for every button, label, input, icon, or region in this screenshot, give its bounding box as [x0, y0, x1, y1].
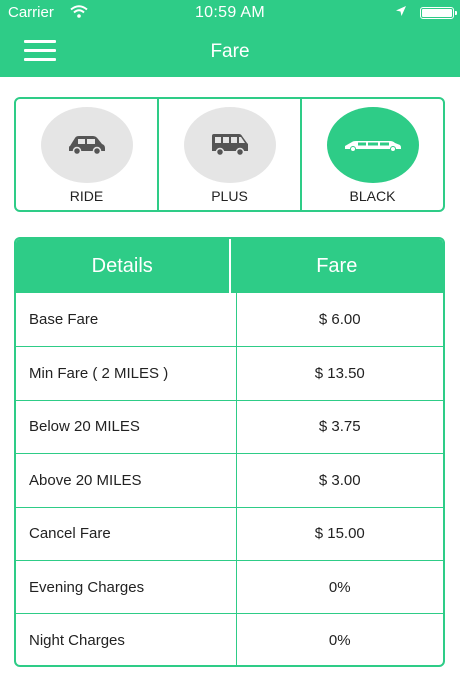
vehicle-circle: [183, 107, 276, 183]
detail-cell: Cancel Fare: [29, 525, 111, 543]
table-row: Night Charges 0%: [16, 613, 444, 665]
fare-cell: $ 13.50: [235, 347, 444, 400]
vehicle-option-black[interactable]: BLACK: [300, 99, 443, 210]
table-row: Min Fare ( 2 MILES ) $ 13.50: [16, 346, 444, 400]
limo-icon: [344, 141, 401, 152]
table-row: Cancel Fare $ 15.00: [16, 506, 444, 560]
column-header-details: Details: [91, 254, 153, 277]
detail-cell: Evening Charges: [29, 578, 145, 596]
table-row: Below 20 MILES $ 3.75: [16, 399, 444, 454]
car-icon: [68, 136, 105, 156]
page-title: Fare: [210, 41, 250, 62]
table-row: Evening Charges 0%: [16, 559, 444, 614]
vehicle-circle: [40, 107, 133, 183]
table-header: Details Fare: [16, 239, 443, 293]
app-header: Carrier 10:59 AM Fare: [0, 0, 460, 77]
detail-cell: Above 20 MILES: [29, 471, 142, 489]
detail-cell: Below 20 MILES: [29, 418, 140, 436]
van-icon: [211, 134, 248, 157]
detail-cell: Min Fare ( 2 MILES ): [29, 365, 169, 383]
fare-cell: 0%: [235, 560, 444, 614]
location-arrow-icon: [395, 4, 407, 21]
battery-icon: [420, 7, 457, 19]
detail-cell: Base Fare: [29, 311, 99, 329]
detail-cell: Night Charges: [29, 632, 125, 650]
fare-cell: $ 3.00: [235, 454, 444, 507]
vehicle-option-ride[interactable]: RIDE: [16, 99, 157, 210]
fare-table: Details Fare Base Fare $ 6.00 Min Fare (…: [14, 237, 445, 667]
vehicle-label: BLACK: [349, 188, 396, 204]
status-bar: Carrier 10:59 AM: [0, 0, 460, 24]
fare-cell: $ 6.00: [235, 293, 444, 347]
fare-cell: 0%: [235, 614, 444, 665]
vehicle-option-plus[interactable]: PLUS: [157, 99, 300, 210]
vehicle-label: RIDE: [69, 188, 104, 204]
clock: 10:59 AM: [194, 4, 265, 21]
fare-cell: $ 3.75: [235, 400, 444, 454]
table-row: Base Fare $ 6.00: [16, 293, 444, 347]
table-body: Base Fare $ 6.00 Min Fare ( 2 MILES ) $ …: [16, 293, 444, 665]
table-row: Above 20 MILES $ 3.00: [16, 453, 444, 507]
vehicle-selector: RIDE PLUS BLACK: [14, 97, 445, 212]
vehicle-circle: [326, 107, 419, 183]
fare-cell: $ 15.00: [235, 507, 444, 560]
vehicle-label: PLUS: [211, 188, 248, 204]
column-header-fare: Fare: [228, 239, 444, 293]
